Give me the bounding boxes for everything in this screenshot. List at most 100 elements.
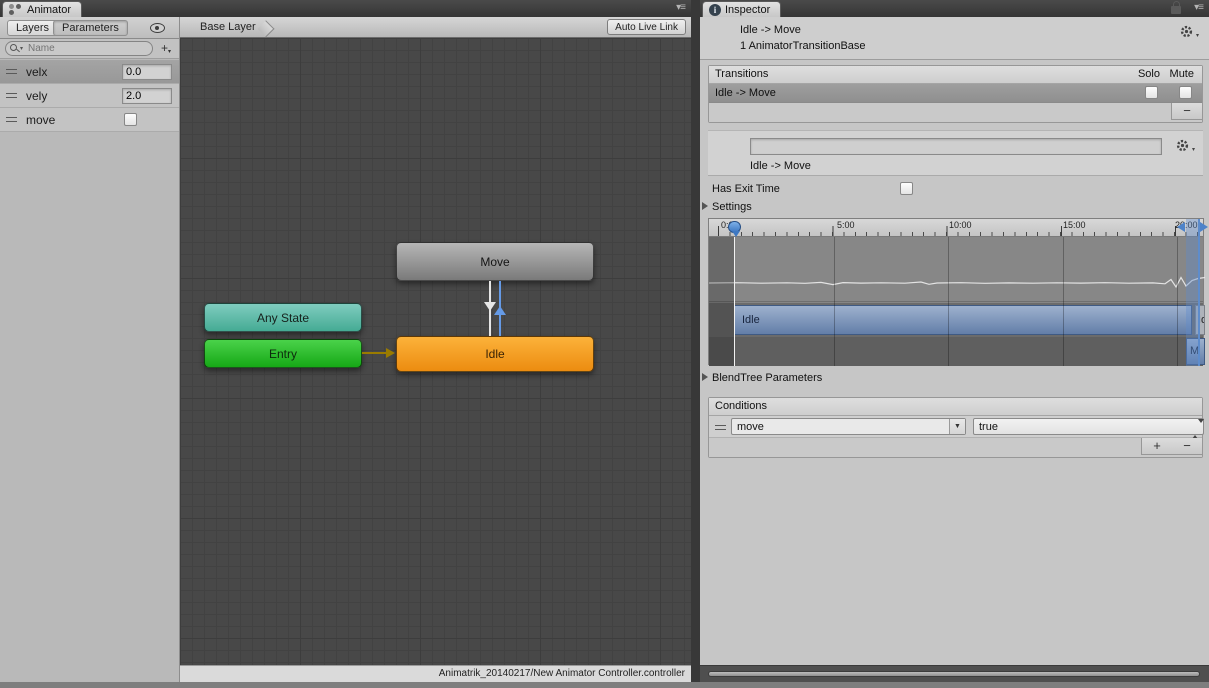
timeline-track-idle: Idle Id bbox=[709, 303, 1203, 337]
state-node-any-state[interactable]: Any State bbox=[204, 303, 362, 332]
lock-icon[interactable] bbox=[1171, 6, 1181, 14]
gear-icon[interactable]: ▾ bbox=[1180, 25, 1193, 38]
transition-arrow-entry-to-idle[interactable] bbox=[362, 352, 388, 354]
breadcrumb-base-layer[interactable]: Base Layer bbox=[192, 20, 274, 35]
transition-timeline[interactable]: 0:00 5:00 10:00 15:00 20:00 Idle Id bbox=[708, 218, 1204, 365]
condition-row[interactable]: move ▼ true bbox=[709, 416, 1202, 438]
inspector-tabstrip: i Inspector ▾≡ bbox=[700, 0, 1209, 17]
transition-name-label: Idle -> Move bbox=[750, 160, 811, 172]
transitions-header: Transitions Solo Mute bbox=[709, 66, 1202, 84]
clip-idle[interactable]: Idle bbox=[734, 305, 1192, 335]
condition-value-dropdown[interactable]: true bbox=[973, 418, 1204, 435]
transition-name-input[interactable] bbox=[750, 138, 1162, 155]
unity-editor: Animator ▾≡ Layers Parameters ▾ +▾ velx bbox=[0, 0, 1209, 688]
transition-name-box: ▾ Idle -> Move bbox=[708, 130, 1203, 176]
transition-arrowhead-icon bbox=[494, 306, 506, 315]
inspector-context-menu-icon[interactable]: ▾≡ bbox=[1194, 2, 1203, 13]
parameter-name: velx bbox=[26, 65, 47, 79]
animator-icon bbox=[9, 4, 23, 16]
timeline-left-margin bbox=[709, 237, 734, 366]
ruler-label: 5:00 bbox=[837, 220, 855, 230]
ruler-label: 15:00 bbox=[1063, 220, 1086, 230]
gear-icon[interactable]: ▾ bbox=[1176, 139, 1189, 152]
info-icon: i bbox=[709, 4, 721, 16]
transition-end-marker[interactable] bbox=[1198, 219, 1200, 366]
transitions-list-footer: − bbox=[709, 103, 1202, 122]
foldout-arrow-icon bbox=[702, 373, 708, 381]
drag-handle-icon[interactable] bbox=[6, 69, 17, 74]
search-caret-icon: ▾ bbox=[20, 45, 23, 52]
parameter-row-move[interactable]: move bbox=[0, 108, 179, 132]
solo-checkbox[interactable] bbox=[1145, 86, 1158, 99]
parameter-search-input[interactable] bbox=[5, 41, 153, 56]
tab-inspector-label: Inspector bbox=[725, 4, 770, 16]
search-icon bbox=[10, 44, 17, 51]
transitions-header-label: Transitions bbox=[715, 68, 768, 80]
has-exit-time-checkbox[interactable] bbox=[900, 182, 913, 195]
window-divider[interactable] bbox=[691, 0, 700, 682]
tab-animator[interactable]: Animator bbox=[2, 1, 82, 17]
conditions-header-label: Conditions bbox=[715, 400, 767, 412]
drag-handle-icon[interactable] bbox=[6, 117, 17, 122]
inspector-body: Idle -> Move 1 AnimatorTransitionBase ▾ … bbox=[700, 17, 1209, 682]
tab-inspector[interactable]: i Inspector bbox=[702, 1, 781, 17]
parameter-value-field[interactable] bbox=[122, 64, 172, 80]
parameter-row-vely[interactable]: vely bbox=[0, 84, 179, 108]
condition-parameter-value: move bbox=[737, 421, 764, 433]
transition-arrowhead-icon bbox=[386, 348, 395, 358]
mute-column-label: Mute bbox=[1170, 66, 1194, 83]
solo-column-label: Solo bbox=[1138, 66, 1160, 83]
drag-handle-icon[interactable] bbox=[715, 425, 726, 430]
eye-icon[interactable] bbox=[150, 23, 165, 33]
state-node-entry[interactable]: Entry bbox=[204, 339, 362, 368]
drag-handle-icon[interactable] bbox=[6, 93, 17, 98]
blendtree-parameters-foldout[interactable]: BlendTree Parameters bbox=[702, 372, 822, 384]
parameter-value-field[interactable] bbox=[122, 88, 172, 104]
playhead-pin[interactable] bbox=[728, 221, 741, 233]
blendtree-foldout-label: BlendTree Parameters bbox=[712, 372, 822, 384]
horizontal-scrollbar[interactable] bbox=[708, 671, 1200, 677]
playhead-line bbox=[734, 237, 735, 366]
animator-context-menu-icon[interactable]: ▾≡ bbox=[676, 2, 685, 13]
condition-parameter-dropdown[interactable]: move ▼ bbox=[731, 418, 966, 435]
settings-foldout[interactable]: Settings bbox=[702, 201, 752, 213]
parameters-panel: Layers Parameters ▾ +▾ velx vely bbox=[0, 17, 180, 682]
animator-window: Animator ▾≡ Layers Parameters ▾ +▾ velx bbox=[0, 0, 691, 682]
conditions-list: Conditions move ▼ true + bbox=[708, 397, 1203, 458]
transition-start-flag-icon[interactable] bbox=[1177, 222, 1185, 232]
parameter-row-velx[interactable]: velx bbox=[0, 60, 179, 84]
timeline-track-move: M bbox=[709, 337, 1203, 366]
timeline-ruler[interactable]: 0:00 5:00 10:00 15:00 20:00 bbox=[709, 219, 1203, 237]
remove-transition-button[interactable]: − bbox=[1172, 103, 1202, 119]
transition-end-flag-icon[interactable] bbox=[1200, 222, 1208, 232]
timeline-gridline bbox=[1177, 237, 1178, 366]
timeline-gridline bbox=[948, 237, 949, 366]
transition-list-row[interactable]: Idle -> Move bbox=[709, 84, 1202, 103]
inspector-header: Idle -> Move 1 AnimatorTransitionBase ▾ bbox=[700, 17, 1209, 60]
state-node-idle[interactable]: Idle bbox=[396, 336, 594, 372]
mute-checkbox[interactable] bbox=[1179, 86, 1192, 99]
auto-live-link-button[interactable]: Auto Live Link bbox=[607, 19, 686, 35]
parameter-search-row: ▾ +▾ bbox=[0, 39, 179, 59]
has-exit-time-row: Has Exit Time bbox=[700, 181, 1209, 199]
parameter-name: move bbox=[26, 113, 55, 127]
timeline-gridline bbox=[834, 237, 835, 366]
state-node-move[interactable]: Move bbox=[396, 242, 594, 281]
parameter-name: vely bbox=[26, 89, 47, 103]
add-parameter-button[interactable]: +▾ bbox=[161, 41, 171, 55]
tab-layers[interactable]: Layers bbox=[7, 20, 58, 36]
transition-subtitle: 1 AnimatorTransitionBase bbox=[740, 40, 866, 52]
graph-canvas[interactable]: Move Any State Entry Idle bbox=[180, 38, 691, 665]
controller-path-status-bar: Animatrik_20140217/New Animator Controll… bbox=[180, 665, 691, 682]
dropdown-caret-icon[interactable]: ▼ bbox=[949, 419, 965, 434]
foldout-arrow-icon bbox=[702, 202, 708, 210]
conditions-list-footer: + − bbox=[709, 438, 1202, 457]
inspector-window: i Inspector ▾≡ Idle -> Move 1 AnimatorTr… bbox=[700, 0, 1209, 682]
tab-parameters[interactable]: Parameters bbox=[53, 20, 128, 36]
parameter-checkbox[interactable] bbox=[124, 113, 137, 126]
remove-condition-button[interactable]: − bbox=[1172, 438, 1202, 454]
conditions-header: Conditions bbox=[709, 398, 1202, 416]
transition-title: Idle -> Move bbox=[740, 24, 801, 36]
settings-foldout-label: Settings bbox=[712, 201, 752, 213]
add-condition-button[interactable]: + bbox=[1142, 438, 1172, 454]
